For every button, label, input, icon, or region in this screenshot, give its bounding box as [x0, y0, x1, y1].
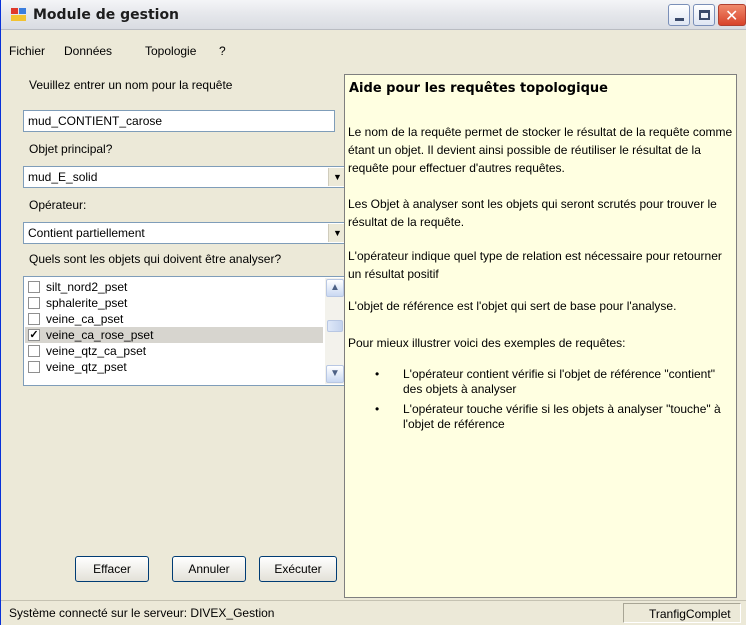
maximize-button[interactable]	[693, 4, 715, 26]
scroll-up-button[interactable]: ▲	[326, 279, 344, 297]
menu-help[interactable]: ?	[219, 44, 226, 58]
help-paragraph: Les Objet à analyser sont les objets qui…	[348, 197, 717, 229]
checkmark-icon: ✓	[29, 329, 39, 341]
help-title: Aide pour les requêtes topologique	[349, 81, 608, 96]
clear-button[interactable]: Effacer	[75, 556, 149, 582]
checkbox[interactable]	[28, 297, 40, 309]
main-window: Module de gestion ✕ Fichier Données Topo…	[0, 0, 746, 625]
objects-scrollbar[interactable]: ▲ ▼	[325, 278, 345, 384]
help-paragraph: L'objet de référence est l'objet qui ser…	[348, 299, 677, 313]
bullet-icon: •	[375, 402, 380, 416]
operator-label: Opérateur:	[29, 198, 87, 212]
help-paragraph: L'opérateur indique quel type de relatio…	[348, 249, 722, 281]
list-item[interactable]: veine_ca_pset	[25, 311, 323, 327]
list-item[interactable]: veine_qtz_ca_pset	[25, 343, 323, 359]
status-bar: Système connecté sur le serveur: DIVEX_G…	[1, 600, 746, 625]
checkbox[interactable]	[28, 281, 40, 293]
maximize-icon	[699, 10, 710, 20]
close-icon: ✕	[725, 6, 739, 25]
help-paragraph: Le nom de la requête permet de stocker l…	[348, 125, 733, 175]
scroll-down-button[interactable]: ▼	[326, 365, 344, 383]
minimize-button[interactable]	[668, 4, 690, 26]
checkbox-checked[interactable]: ✓	[28, 329, 40, 341]
chevron-down-icon: ▼	[330, 368, 340, 379]
list-item[interactable]: ✓ veine_ca_rose_pset	[25, 327, 323, 343]
query-form: Veuillez entrer un nom pour la requête m…	[13, 68, 347, 603]
checkbox[interactable]	[28, 361, 40, 373]
status-user: TranfigComplet	[623, 603, 741, 623]
help-paragraph: Pour mieux illustrer voici des exemples …	[348, 336, 626, 350]
cancel-button[interactable]: Annuler	[172, 556, 246, 582]
checkbox[interactable]	[28, 313, 40, 325]
menu-topologie[interactable]: Topologie	[145, 44, 196, 58]
window-title: Module de gestion	[33, 7, 180, 23]
name-label: Veuillez entrer un nom pour la requête	[29, 78, 233, 92]
title-bar[interactable]: Module de gestion ✕	[1, 0, 746, 30]
checkbox[interactable]	[28, 345, 40, 357]
main-object-dropdown-button[interactable]: ▼	[328, 168, 345, 186]
operator-value: Contient partiellement	[28, 226, 145, 240]
main-object-value: mud_E_solid	[28, 170, 98, 184]
list-item[interactable]: veine_qtz_pset	[25, 359, 323, 375]
status-connection: Système connecté sur le serveur: DIVEX_G…	[9, 606, 275, 620]
close-button[interactable]: ✕	[718, 4, 746, 26]
objects-checklist[interactable]: silt_nord2_pset sphalerite_pset veine_ca…	[23, 276, 347, 386]
main-object-label: Objet principal?	[29, 142, 113, 156]
list-item[interactable]: silt_nord2_pset	[25, 279, 323, 295]
list-item[interactable]: sphalerite_pset	[25, 295, 323, 311]
menu-donnees[interactable]: Données	[64, 44, 112, 58]
operator-select[interactable]: Contient partiellement ▼	[23, 222, 347, 244]
chevron-down-icon: ▼	[333, 172, 342, 182]
chevron-up-icon: ▲	[330, 282, 340, 293]
operator-dropdown-button[interactable]: ▼	[328, 224, 345, 242]
main-object-select[interactable]: mud_E_solid ▼	[23, 166, 347, 188]
scroll-thumb[interactable]	[327, 320, 343, 332]
minimize-icon	[675, 18, 684, 21]
menu-bar: Fichier Données Topologie ?	[1, 40, 746, 62]
objects-label: Quels sont les objets qui doivent être a…	[29, 252, 282, 266]
execute-button[interactable]: Exécuter	[259, 556, 337, 582]
query-name-input[interactable]: mud_CONTIENT_carose	[23, 110, 335, 132]
app-icon	[11, 8, 27, 22]
bullet-icon: •	[375, 367, 380, 381]
chevron-down-icon: ▼	[333, 228, 342, 238]
menu-fichier[interactable]: Fichier	[9, 44, 45, 58]
help-panel: Aide pour les requêtes topologique Le no…	[344, 74, 737, 598]
